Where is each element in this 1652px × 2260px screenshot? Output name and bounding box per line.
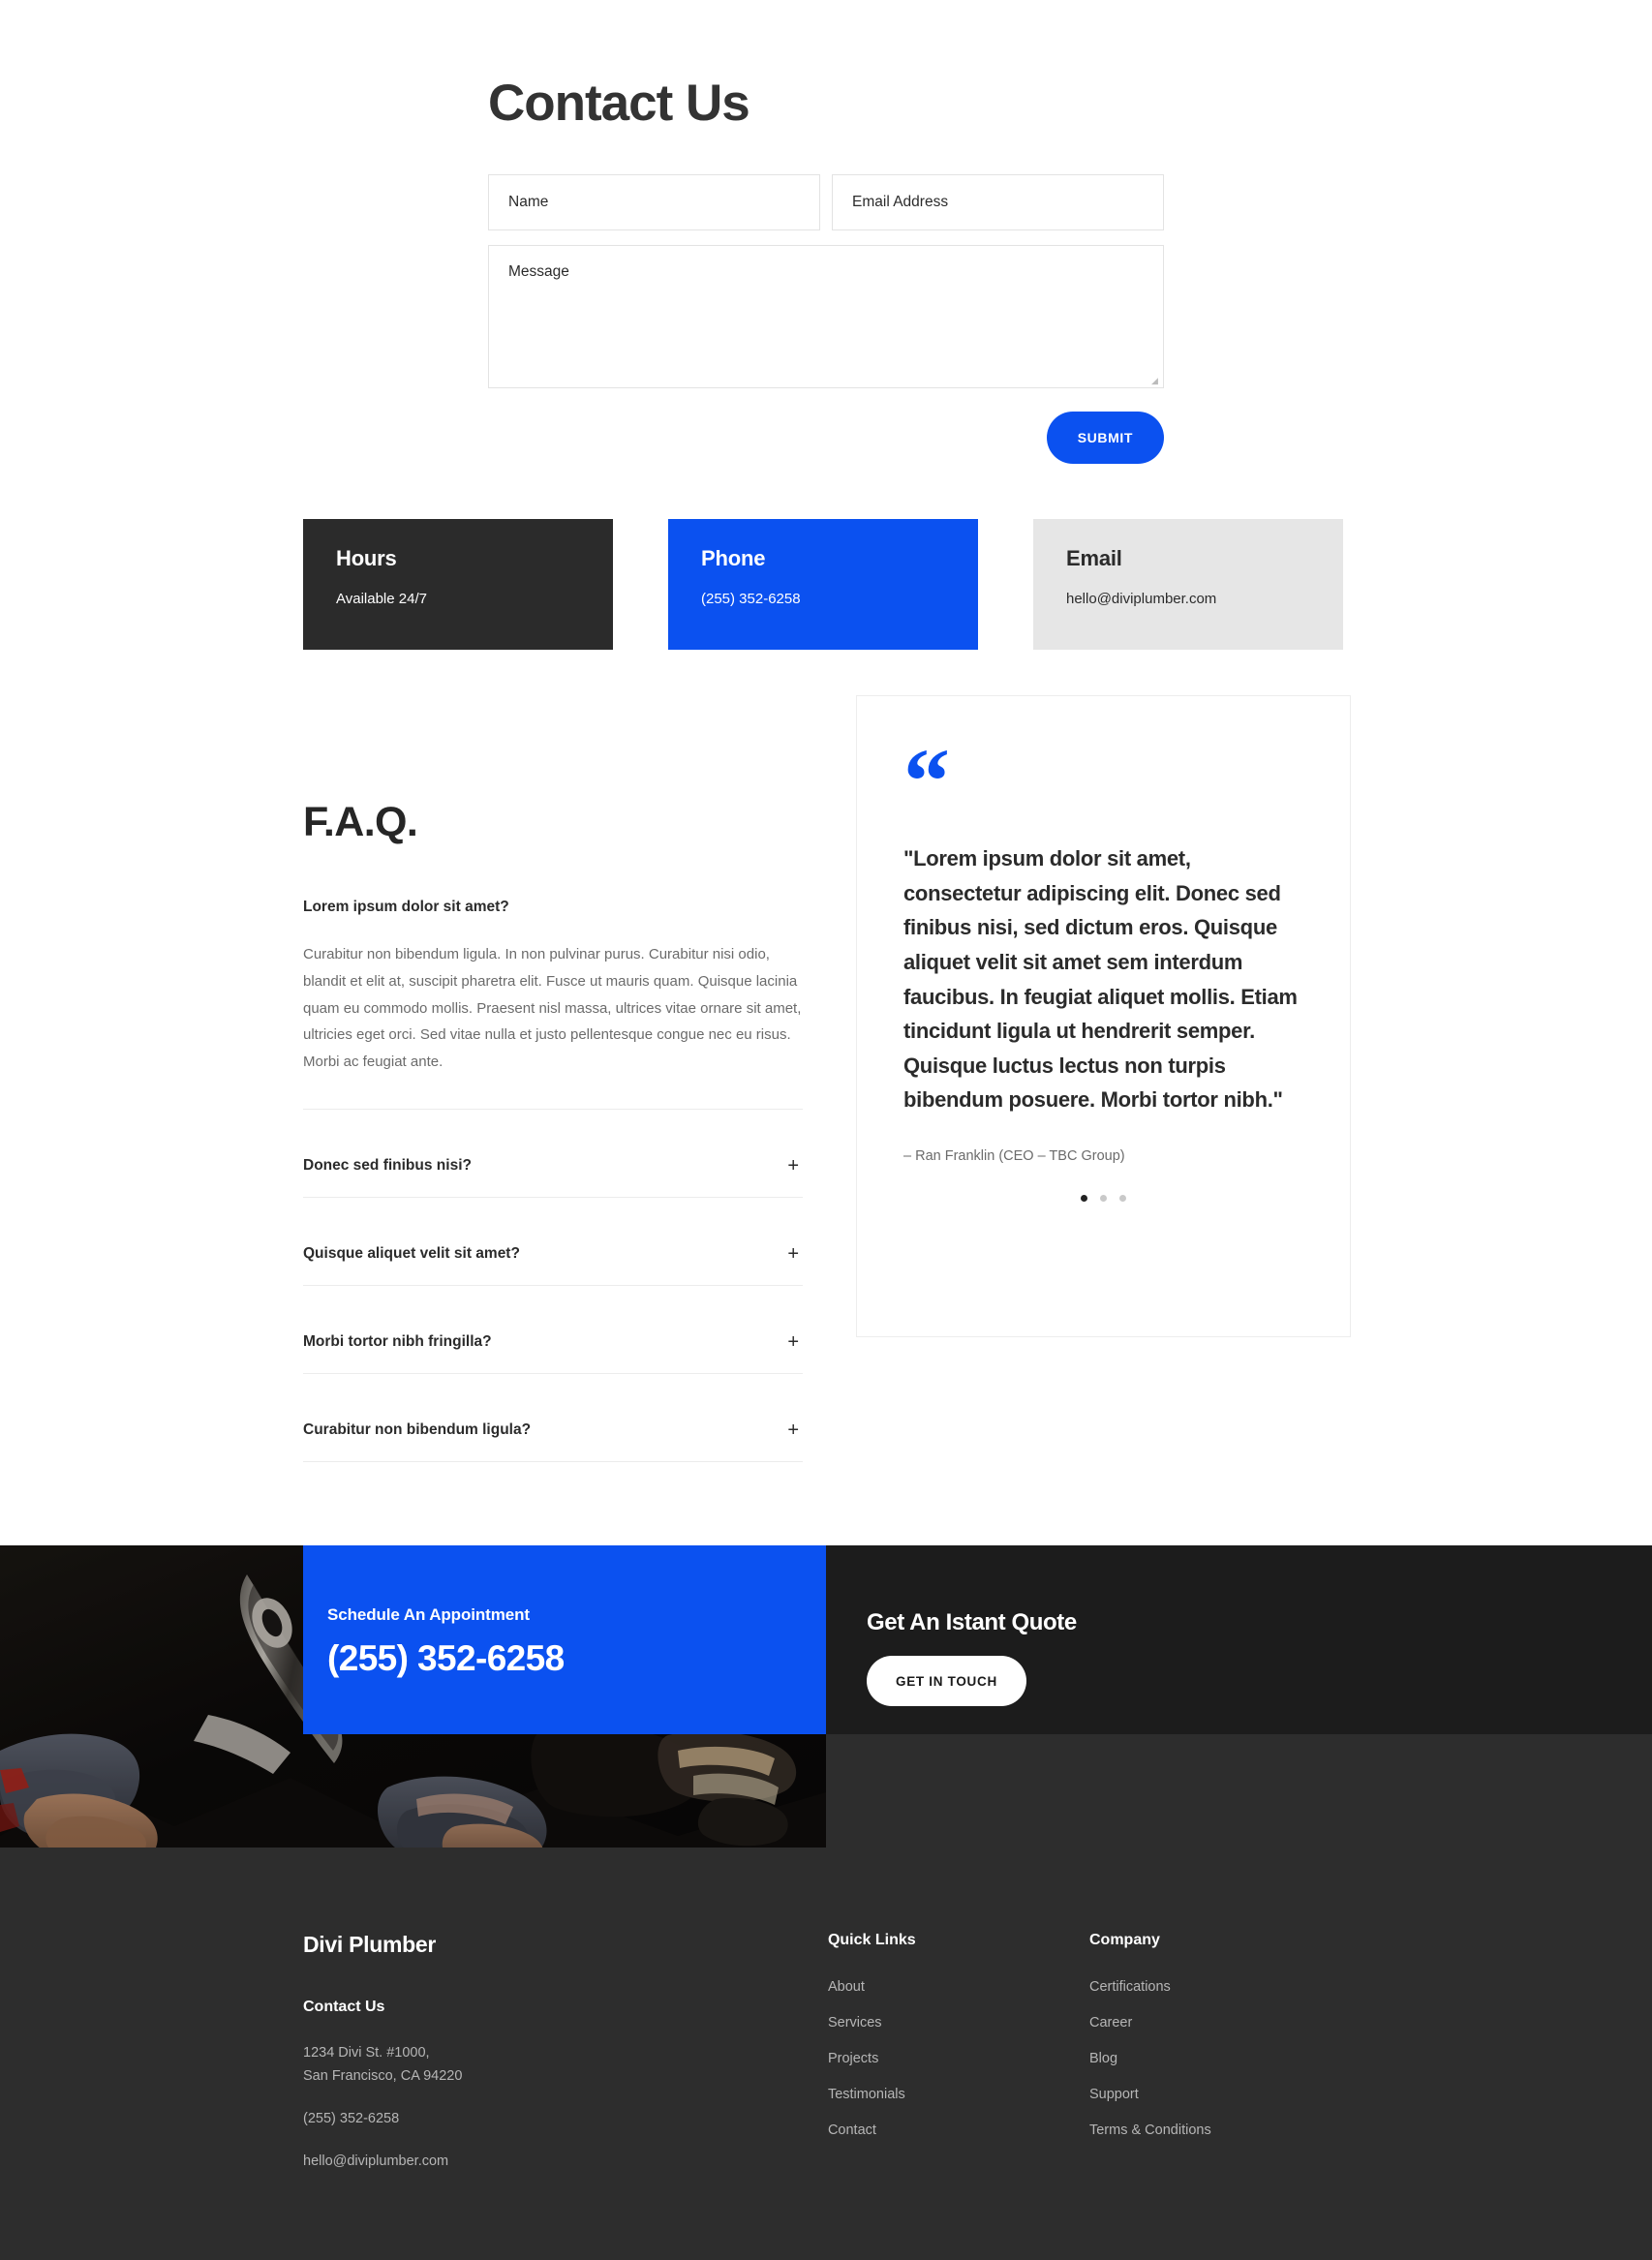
faq-item-1[interactable]: Donec sed finibus nisi? + — [303, 1110, 803, 1198]
contact-form: Name Email Address Message ◢ SUBMIT — [488, 174, 1164, 464]
faq-item-4-question: Curabitur non bibendum ligula? — [303, 1420, 532, 1438]
site-footer: Divi Plumber Contact Us 1234 Divi St. #1… — [0, 1848, 1652, 2260]
cta-dark-lower-fill — [826, 1734, 1652, 1866]
message-input-placeholder: Message — [508, 263, 569, 280]
email-input-placeholder: Email Address — [852, 194, 949, 210]
faq-item-4[interactable]: Curabitur non bibendum ligula? + — [303, 1374, 803, 1462]
testimonial-text: "Lorem ipsum dolor sit amet, consectetur… — [903, 846, 1298, 1113]
schedule-appointment-phone[interactable]: (255) 352-6258 — [327, 1638, 826, 1679]
faq-item-open[interactable]: Lorem ipsum dolor sit amet? Curabitur no… — [303, 899, 803, 1110]
submit-row: SUBMIT — [488, 412, 1164, 464]
page-root: Contact Us Name Email Address Message ◢ … — [0, 0, 1652, 2260]
info-card-phone: Phone (255) 352-6258 — [668, 519, 978, 650]
info-card-email-heading: Email — [1066, 546, 1122, 570]
schedule-appointment-label: Schedule An Appointment — [327, 1605, 530, 1624]
faq-title: F.A.Q. — [303, 799, 418, 845]
footer-phone[interactable]: (255) 352-6258 — [303, 2108, 828, 2131]
footer-column-company: Company Certifications Career Blog Suppo… — [1089, 1932, 1351, 2174]
instant-quote-heading: Get An Istant Quote — [867, 1609, 1077, 1635]
resize-handle-icon[interactable]: ◢ — [1151, 377, 1160, 385]
faq-item-3-question: Morbi tortor nibh fringilla? — [303, 1332, 492, 1350]
testimonial-card: “ "Lorem ipsum dolor sit amet, consectet… — [856, 695, 1351, 1337]
faq-item-1-question: Donec sed finibus nisi? — [303, 1156, 472, 1174]
carousel-dots — [903, 1195, 1303, 1202]
footer-contact-heading: Contact Us — [303, 1999, 385, 2015]
carousel-dot-1[interactable] — [1081, 1195, 1087, 1202]
footer-link-testimonials[interactable]: Testimonials — [828, 2087, 1089, 2102]
info-card-phone-heading: Phone — [701, 546, 766, 570]
message-field-wrapper[interactable]: Message ◢ — [488, 245, 1164, 388]
footer-link-blog[interactable]: Blog — [1089, 2051, 1351, 2066]
form-row-top: Name Email Address — [488, 174, 1164, 230]
plus-icon[interactable]: + — [787, 1244, 803, 1264]
footer-link-projects[interactable]: Projects — [828, 2051, 1089, 2066]
schedule-appointment-block: Schedule An Appointment (255) 352-6258 — [303, 1545, 826, 1734]
footer-link-support[interactable]: Support — [1089, 2087, 1351, 2102]
footer-brand-name: Divi Plumber — [303, 1932, 436, 1957]
faq-item-2[interactable]: Quisque aliquet velit sit amet? + — [303, 1198, 803, 1286]
faq-section: F.A.Q. Lorem ipsum dolor sit amet? Curab… — [303, 799, 803, 1462]
carousel-dot-3[interactable] — [1119, 1195, 1126, 1202]
name-input-placeholder: Name — [508, 194, 549, 210]
footer-link-career[interactable]: Career — [1089, 2015, 1351, 2031]
carousel-dot-2[interactable] — [1100, 1195, 1107, 1202]
cta-band: Schedule An Appointment (255) 352-6258 G… — [0, 1545, 1652, 1866]
plus-icon[interactable]: + — [787, 1156, 803, 1176]
footer-column-quick-links: Quick Links About Services Projects Test… — [828, 1932, 1089, 2174]
footer-company-heading: Company — [1088, 1932, 1160, 1948]
info-card-hours-heading: Hours — [336, 546, 397, 570]
info-card-email-value[interactable]: hello@diviplumber.com — [1066, 591, 1310, 607]
footer-link-certifications[interactable]: Certifications — [1089, 1979, 1351, 1995]
quote-mark-icon: “ — [903, 729, 950, 833]
email-field-wrapper[interactable]: Email Address — [832, 174, 1164, 230]
name-field-wrapper[interactable]: Name — [488, 174, 820, 230]
footer-address-line-2: San Francisco, CA 94220 — [303, 2067, 463, 2084]
instant-quote-block: Get An Istant Quote GET IN TOUCH — [826, 1545, 1652, 1734]
info-card-phone-value[interactable]: (255) 352-6258 — [701, 591, 945, 607]
info-card-hours-value: Available 24/7 — [336, 591, 427, 607]
plus-icon[interactable]: + — [787, 1332, 803, 1352]
faq-open-question: Lorem ipsum dolor sit amet? — [303, 899, 509, 915]
footer-address-line-1: 1234 Divi St. #1000, — [303, 2045, 430, 2061]
get-in-touch-button[interactable]: GET IN TOUCH — [867, 1656, 1026, 1706]
footer-link-services[interactable]: Services — [828, 2015, 1089, 2031]
submit-button[interactable]: SUBMIT — [1046, 412, 1164, 464]
info-cards: Hours Available 24/7 Phone (255) 352-625… — [303, 519, 1351, 650]
footer-link-about[interactable]: About — [828, 1979, 1089, 1995]
page-title: Contact Us — [488, 75, 750, 132]
info-card-email: Email hello@diviplumber.com — [1033, 519, 1343, 650]
footer-brand-column: Divi Plumber Contact Us 1234 Divi St. #1… — [303, 1932, 828, 2174]
faq-item-3[interactable]: Morbi tortor nibh fringilla? + — [303, 1286, 803, 1374]
footer-link-contact[interactable]: Contact — [828, 2123, 1089, 2138]
testimonial-author: – Ran Franklin (CEO – TBC Group) — [903, 1148, 1125, 1164]
footer-link-terms[interactable]: Terms & Conditions — [1089, 2123, 1351, 2138]
info-card-hours: Hours Available 24/7 — [303, 519, 613, 650]
faq-open-answer: Curabitur non bibendum ligula. In non pu… — [303, 941, 803, 1110]
footer-email[interactable]: hello@diviplumber.com — [303, 2151, 828, 2174]
footer-inner: Divi Plumber Contact Us 1234 Divi St. #1… — [303, 1932, 1351, 2174]
plus-icon[interactable]: + — [787, 1420, 803, 1440]
faq-item-2-question: Quisque aliquet velit sit amet? — [303, 1244, 520, 1262]
footer-quick-links-heading: Quick Links — [827, 1932, 916, 1948]
